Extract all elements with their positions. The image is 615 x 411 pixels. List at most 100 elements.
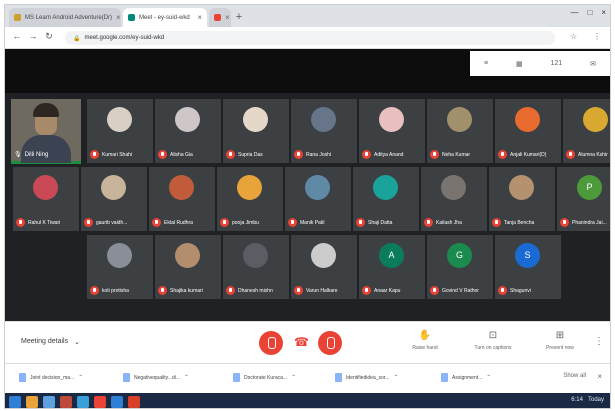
- participant-tile[interactable]: gaurib vaidh...: [81, 167, 147, 231]
- mic-muted-icon: [498, 286, 507, 295]
- chat-icon[interactable]: ✉: [590, 60, 596, 68]
- participant-tile[interactable]: Supria Das: [223, 99, 289, 163]
- tab-title: Meet - ey-suid-wkd: [139, 14, 190, 21]
- participant-tile[interactable]: Dhanesh mishn: [223, 235, 289, 299]
- address-bar[interactable]: 🔒 meet.google.com/ey-suid-wkd: [65, 31, 555, 45]
- avatar: S: [515, 243, 540, 268]
- tab-other[interactable]: ×: [209, 8, 231, 27]
- new-tab-button[interactable]: +: [232, 10, 246, 24]
- chevron-up-icon[interactable]: ⌃: [486, 374, 491, 381]
- tab-close-icon[interactable]: ×: [116, 13, 121, 22]
- participant-tile[interactable]: G Govind V Rathor: [427, 235, 493, 299]
- tab-close-icon[interactable]: ×: [197, 13, 202, 22]
- download-item[interactable]: Negativequality...di... ⌃: [123, 373, 189, 382]
- back-icon[interactable]: ←: [11, 31, 23, 41]
- raise-hand-button[interactable]: ✋ Raise hand: [403, 330, 447, 351]
- avatar: [441, 175, 466, 200]
- download-item[interactable]: Doctorate Kuraca... ⌃: [233, 373, 296, 382]
- participant-tile[interactable]: pooja Jimbu: [217, 167, 283, 231]
- lock-icon: 🔒: [73, 35, 81, 42]
- captions-icon[interactable]: ≡: [484, 60, 488, 67]
- participant-name: Anjali Kumari(D): [510, 151, 547, 158]
- participant-tile[interactable]: Kumari Shahi: [87, 99, 153, 163]
- mic-muted-icon: [226, 286, 235, 295]
- participant-tile[interactable]: koti protisha: [87, 235, 153, 299]
- menu-icon[interactable]: ⋮: [593, 32, 601, 41]
- participant-tile[interactable]: Shaji Datta: [353, 167, 419, 231]
- maximize-icon[interactable]: □: [587, 8, 592, 17]
- download-item[interactable]: Assignment... ⌃: [441, 373, 491, 382]
- participant-tile[interactable]: Kailash Jha: [421, 167, 487, 231]
- download-name: Assignment...: [452, 374, 483, 381]
- participant-tile[interactable]: Manik Patil: [285, 167, 351, 231]
- participant-tile[interactable]: P Phanindra Jai...: [557, 167, 610, 231]
- meet-top-bar: ≡ ▦ 121 ✉: [5, 49, 610, 93]
- reload-icon[interactable]: ↻: [43, 31, 55, 42]
- chevron-up-icon[interactable]: ⌃: [393, 374, 398, 381]
- mic-muted-icon: [226, 150, 235, 159]
- file-icon: [19, 373, 26, 382]
- self-shoulders: [21, 135, 71, 163]
- avatar: [107, 107, 132, 132]
- tab-favicon-icon: [214, 14, 221, 21]
- people-count[interactable]: 121: [551, 60, 563, 67]
- start-icon[interactable]: [9, 395, 21, 408]
- mic-muted-icon: [158, 286, 167, 295]
- chrome-icon[interactable]: [94, 395, 106, 408]
- participant-name-label: Kailash Jha: [424, 218, 485, 227]
- participant-tile[interactable]: Anjali Kumari(D): [495, 99, 561, 163]
- minimize-icon[interactable]: —: [570, 8, 578, 17]
- participant-tile[interactable]: Rana Joshi: [291, 99, 357, 163]
- mic-muted-icon: [294, 150, 303, 159]
- chevron-up-icon[interactable]: ⌃: [78, 374, 83, 381]
- participant-tile[interactable]: Shajika kumari: [155, 235, 221, 299]
- tab-learn[interactable]: MS Learn Android Adventure(Dr) ×: [9, 8, 121, 27]
- chevron-up-icon[interactable]: ⌃: [291, 374, 296, 381]
- camera-toggle-button[interactable]: [318, 331, 342, 355]
- download-item[interactable]: Joint decision_ma... ⌃: [19, 373, 83, 382]
- tab-strip: MS Learn Android Adventure(Dr) × Meet - …: [5, 5, 610, 27]
- participant-name: pooja Jimbu: [232, 219, 259, 226]
- download-item[interactable]: Identifiedidea_sor... ⌃: [335, 373, 398, 382]
- taskbar-app-icon[interactable]: [111, 395, 123, 408]
- mic-toggle-button[interactable]: [259, 331, 283, 355]
- tab-meet[interactable]: Meet - ey-suid-wkd ×: [123, 8, 207, 27]
- participant-tile[interactable]: Rahul K Tiwari: [13, 167, 79, 231]
- taskbar-app-icon[interactable]: [26, 395, 38, 408]
- participant-tile[interactable]: Varun Halkare: [291, 235, 357, 299]
- participant-tile[interactable]: A Anaar Kapu: [359, 235, 425, 299]
- participant-name-label: Alumna Kshir: [566, 150, 610, 159]
- bookmark-star-icon[interactable]: ☆: [570, 32, 577, 41]
- taskbar-app-icon[interactable]: [60, 395, 72, 408]
- meeting-details-button[interactable]: Meeting details ⌄: [21, 338, 80, 346]
- taskbar-app-icon[interactable]: [77, 395, 89, 408]
- participant-tile[interactable]: Aditya Anand: [359, 99, 425, 163]
- participant-name: Rana Joshi: [306, 151, 332, 158]
- avatar: [311, 107, 336, 132]
- mic-muted-icon: [424, 218, 433, 227]
- file-icon: [123, 373, 130, 382]
- chevron-up-icon[interactable]: ⌃: [184, 374, 189, 381]
- participant-tile[interactable]: Neha Kumar: [427, 99, 493, 163]
- more-options-icon[interactable]: ⋮: [594, 336, 604, 347]
- participant-tile[interactable]: Alumna Kshir: [563, 99, 610, 163]
- hangup-icon[interactable]: ☎: [294, 335, 309, 349]
- grid-icon[interactable]: ▦: [516, 60, 523, 68]
- participant-name: Supria Das: [238, 151, 263, 158]
- tab-close-icon[interactable]: ×: [225, 13, 230, 22]
- present-now-button[interactable]: ⊞ Present now: [538, 330, 582, 351]
- participant-name-label: Varun Halkare: [294, 286, 355, 295]
- captions-button[interactable]: ⊡ Turn on captions: [471, 330, 515, 351]
- taskbar-app-icon[interactable]: [43, 395, 55, 408]
- download-shelf: Joint decision_ma... ⌃ Negativequality...…: [5, 363, 610, 393]
- close-shelf-icon[interactable]: ×: [597, 372, 602, 381]
- forward-icon[interactable]: →: [27, 31, 39, 41]
- show-all-downloads-link[interactable]: Show all: [563, 373, 586, 379]
- participant-tile[interactable]: Alisha Gia: [155, 99, 221, 163]
- close-window-icon[interactable]: ×: [601, 8, 606, 17]
- participant-tile[interactable]: Ektal Rudhra: [149, 167, 215, 231]
- participant-tile[interactable]: Tanja Bencha: [489, 167, 555, 231]
- self-view-tile[interactable]: 🎙 Dilli Ning: [11, 99, 81, 164]
- participant-tile[interactable]: S Shagunvi: [495, 235, 561, 299]
- taskbar-app-icon[interactable]: [128, 395, 140, 408]
